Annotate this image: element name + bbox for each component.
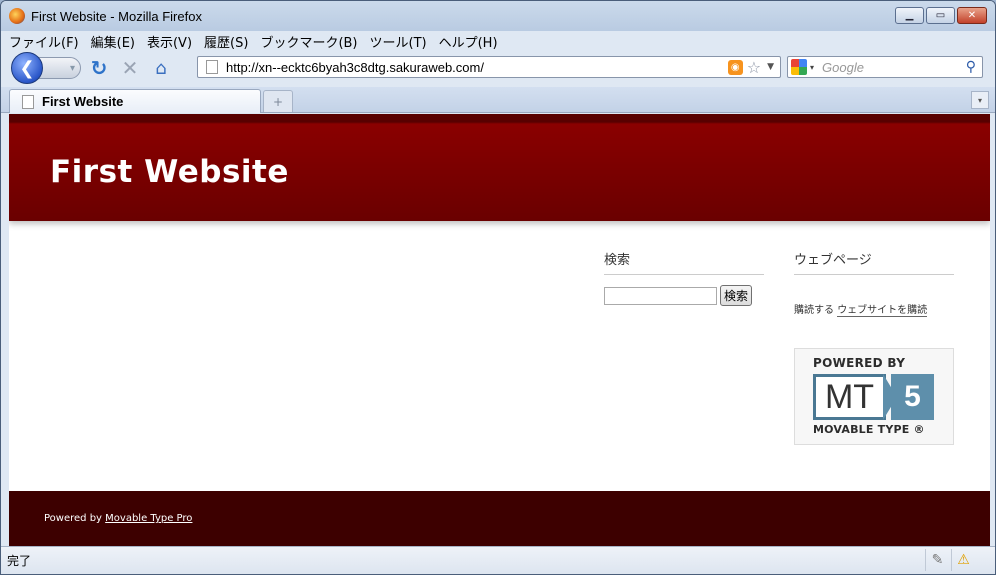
mt-logo-version: 5 xyxy=(891,374,934,420)
url-dropdown-icon[interactable]: ▼ xyxy=(767,62,774,72)
menu-file[interactable]: ファイル(F) xyxy=(9,32,79,51)
tab-list-dropdown-icon[interactable]: ▾ xyxy=(971,91,989,109)
home-button[interactable]: ⌂ xyxy=(148,55,174,81)
status-icons: ✎ ⚠ xyxy=(925,549,975,571)
url-bar[interactable]: http://xn--ecktc6byah3c8dtg.sakuraweb.co… xyxy=(197,56,781,78)
navigation-toolbar: ❮ ▾ ↻ ✕ ⌂ http://xn--ecktc6byah3c8dtg.sa… xyxy=(1,51,995,85)
title-bar: First Website - Mozilla Firefox ▁ ▭ ✕ xyxy=(1,1,995,31)
subscribe-prefix: 購読する xyxy=(794,305,834,316)
tab-page-icon xyxy=(22,94,34,109)
footer-prefix: Powered by xyxy=(44,513,102,524)
footer-mt-link[interactable]: Movable Type Pro xyxy=(105,513,192,524)
window-title: First Website - Mozilla Firefox xyxy=(31,8,202,24)
new-tab-button[interactable]: + xyxy=(263,90,293,112)
addon-icon[interactable]: ✎ xyxy=(925,549,949,571)
tab-first-website[interactable]: First Website xyxy=(9,89,261,113)
url-text[interactable]: http://xn--ecktc6byah3c8dtg.sakuraweb.co… xyxy=(226,60,728,75)
google-icon[interactable] xyxy=(791,59,807,75)
bookmark-star-icon[interactable]: ☆ xyxy=(747,58,761,77)
minimize-button[interactable]: ▁ xyxy=(895,7,924,24)
home-icon: ⌂ xyxy=(155,57,167,79)
menu-view[interactable]: 表示(V) xyxy=(147,32,192,51)
powered-by-mt-badge[interactable]: POWERED BY MT 5 MOVABLE TYPE ® xyxy=(794,348,954,445)
page-content: First Website 検索 検索 ウェブページ 購読する ウェブサイトを購… xyxy=(9,114,990,546)
site-title[interactable]: First Website xyxy=(50,154,289,190)
registered-mark: ® xyxy=(913,423,925,436)
stop-icon: ✕ xyxy=(121,56,139,80)
stop-button[interactable]: ✕ xyxy=(117,55,143,81)
footer-text: Powered by Movable Type Pro xyxy=(44,513,192,524)
mt-logo-text: MT xyxy=(813,374,886,420)
search-form: 検索 xyxy=(604,285,764,306)
site-footer: Powered by Movable Type Pro xyxy=(9,491,990,546)
movable-type-text: MOVABLE TYPE ® xyxy=(813,423,925,436)
movable-type-label: MOVABLE TYPE xyxy=(813,423,910,436)
warning-icon[interactable]: ⚠ xyxy=(951,549,975,571)
tab-bar: First Website + ▾ xyxy=(1,87,995,113)
back-arrow-icon: ❮ xyxy=(19,57,35,79)
subscribe-line: 購読する ウェブサイトを購読 xyxy=(794,301,954,317)
site-header: First Website xyxy=(9,114,990,221)
browser-window: First Website - Mozilla Firefox ▁ ▭ ✕ ファ… xyxy=(0,0,996,575)
status-bar: 完了 ✎ ⚠ xyxy=(1,546,995,574)
menu-edit[interactable]: 編集(E) xyxy=(91,32,135,51)
search-bar[interactable]: ▾ Google ⚲ xyxy=(787,56,983,78)
search-placeholder[interactable]: Google xyxy=(822,60,966,75)
site-search-button[interactable]: 検索 xyxy=(720,285,753,306)
mt-logo: MT 5 xyxy=(813,374,934,420)
search-widget: 検索 検索 xyxy=(604,249,764,306)
menu-help[interactable]: ヘルプ(H) xyxy=(439,32,498,51)
close-button[interactable]: ✕ xyxy=(957,7,987,24)
maximize-button[interactable]: ▭ xyxy=(926,7,955,24)
menu-bookmarks[interactable]: ブックマーク(B) xyxy=(260,32,357,51)
menu-bar: ファイル(F) 編集(E) 表示(V) 履歴(S) ブックマーク(B) ツール(… xyxy=(1,31,995,51)
firefox-icon xyxy=(9,8,25,24)
chevron-down-icon: ▾ xyxy=(69,62,75,74)
reload-icon: ↻ xyxy=(90,56,108,80)
tab-title: First Website xyxy=(42,94,124,109)
search-widget-title: 検索 xyxy=(604,249,764,275)
back-button[interactable]: ❮ xyxy=(11,52,43,84)
reload-button[interactable]: ↻ xyxy=(86,55,112,81)
rss-feed-icon[interactable]: ◉ xyxy=(727,59,743,75)
menu-tools[interactable]: ツール(T) xyxy=(370,32,427,51)
search-icon[interactable]: ⚲ xyxy=(966,59,976,75)
subscribe-link[interactable]: ウェブサイトを購読 xyxy=(837,305,928,317)
search-engine-dropdown-icon[interactable]: ▾ xyxy=(810,63,814,72)
powered-by-text: POWERED BY xyxy=(813,356,906,370)
site-search-input[interactable] xyxy=(604,286,717,305)
pages-widget: ウェブページ 購読する ウェブサイトを購読 xyxy=(794,249,954,317)
status-text: 完了 xyxy=(7,554,32,568)
right-edge xyxy=(990,114,995,546)
page-icon xyxy=(206,60,218,74)
pages-widget-title: ウェブページ xyxy=(794,249,954,275)
window-controls: ▁ ▭ ✕ xyxy=(895,7,987,24)
menu-history[interactable]: 履歴(S) xyxy=(204,32,248,51)
